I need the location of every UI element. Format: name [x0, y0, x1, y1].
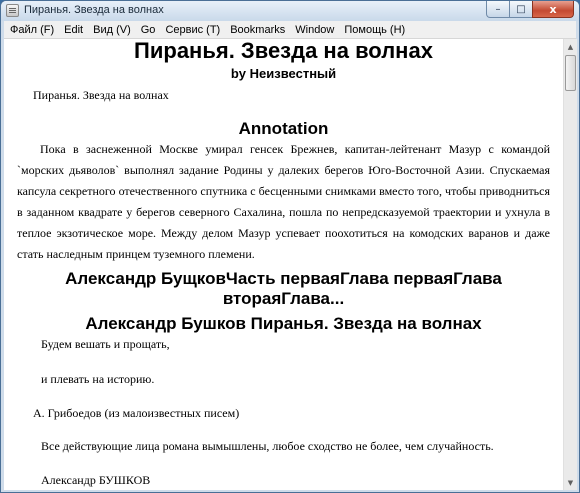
- author-signature: Александр БУШКОВ: [41, 473, 151, 487]
- minimize-icon: –: [495, 3, 501, 15]
- menu-edit[interactable]: Edit: [58, 24, 87, 36]
- window-controls: – □ x: [486, 1, 574, 19]
- menu-bar: Файл (F) Edit Вид (V) Go Сервис (T) Book…: [4, 21, 576, 39]
- epigraph-line-2: и плевать на историю.: [41, 372, 155, 386]
- close-icon: x: [549, 2, 557, 16]
- epigraph-line-1: Будем вешать и прощать,: [41, 337, 170, 351]
- scroll-down-icon[interactable]: ▼: [564, 475, 577, 490]
- close-button[interactable]: x: [532, 1, 574, 18]
- document-title: Пиранья. Звезда на волнах: [134, 39, 433, 63]
- chapter-heading-line-1: Александр БущковЧасть перваяГлава первая…: [65, 269, 502, 288]
- app-window: Пиранья. Звезда на волнах – □ x Файл (F)…: [0, 0, 580, 493]
- maximize-icon: □: [516, 3, 526, 15]
- scroll-up-icon[interactable]: ▲: [564, 39, 577, 54]
- chapter-heading-line-2: втораяГлава...: [222, 289, 345, 308]
- maximize-button[interactable]: □: [509, 1, 533, 18]
- menu-view[interactable]: Вид (V): [87, 24, 135, 36]
- epigraph-attribution: А. Грибоедов (из малоизвестных писем): [33, 406, 240, 420]
- minimize-button[interactable]: –: [486, 1, 510, 18]
- vertical-scrollbar[interactable]: ▲ ▼: [563, 39, 577, 490]
- document-subtitle-line: Пиранья. Звезда на волнах: [33, 88, 169, 102]
- menu-window[interactable]: Window: [289, 24, 338, 36]
- chapter-heading: Александр БущковЧасть перваяГлава первая…: [4, 269, 563, 309]
- disclaimer-text: Все действующие лица романа вымышлены, л…: [41, 439, 494, 453]
- menu-bookmarks[interactable]: Bookmarks: [224, 24, 289, 36]
- menu-file[interactable]: Файл (F): [4, 24, 58, 36]
- section-heading: Александр Бушков Пиранья. Звезда на волн…: [85, 314, 482, 333]
- document-view[interactable]: Пиранья. Звезда на волнах by Неизвестный…: [4, 39, 563, 490]
- annotation-text: Пока в заснеженной Москве умирал генсек …: [17, 142, 550, 261]
- document-byline: by Неизвестный: [230, 66, 337, 81]
- menu-tools[interactable]: Сервис (T): [159, 24, 224, 36]
- menu-go[interactable]: Go: [135, 24, 160, 36]
- title-bar[interactable]: Пиранья. Звезда на волнах – □ x: [1, 1, 579, 21]
- scroll-thumb[interactable]: [565, 55, 576, 91]
- annotation-heading: Annotation: [238, 119, 329, 138]
- window-title: Пиранья. Звезда на волнах: [24, 4, 164, 16]
- menu-help[interactable]: Помощь (H): [338, 24, 409, 36]
- document-app-icon[interactable]: [6, 4, 19, 17]
